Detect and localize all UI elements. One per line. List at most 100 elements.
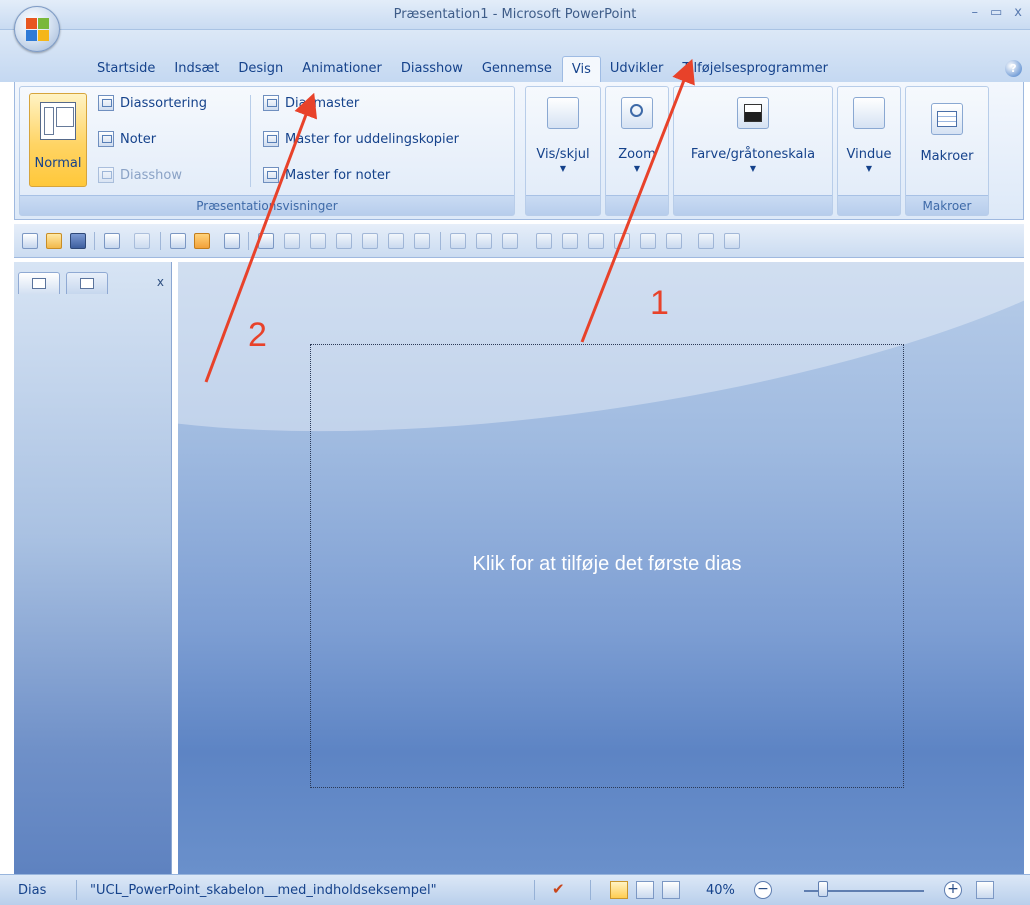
slideshow-button[interactable]: Diasshow <box>98 167 182 183</box>
align-top-icon[interactable] <box>588 233 604 249</box>
show-hide-label: Vis/skjul <box>536 147 590 162</box>
toolbar-separator <box>94 232 95 250</box>
status-bar: Dias "UCL_PowerPoint_skabelon__med_indho… <box>0 874 1030 905</box>
notes-page-icon <box>98 131 114 147</box>
macros-label: Makroer <box>920 149 974 164</box>
color-grayscale-button[interactable]: Farve/gråtoneskala ▼ <box>674 97 832 173</box>
slide-sorter-button[interactable]: Diassortering <box>98 95 207 111</box>
color-grayscale-icon <box>737 97 769 129</box>
tab-diasshow[interactable]: Diasshow <box>392 56 473 82</box>
notes-master-icon <box>263 167 279 183</box>
slideshow-status-button[interactable] <box>662 881 680 899</box>
table-icon[interactable] <box>258 233 274 249</box>
zoom-button[interactable]: Zoom ▼ <box>606 97 668 173</box>
close-panel-button[interactable]: x <box>157 275 164 289</box>
align-middle-icon[interactable] <box>614 233 630 249</box>
window-button[interactable]: Vindue ▼ <box>838 97 900 173</box>
color-grayscale-group-label: . <box>674 195 832 215</box>
notes-page-button[interactable]: Noter <box>98 131 156 147</box>
more-icon[interactable] <box>724 233 740 249</box>
zoom-level[interactable]: 40% <box>706 883 735 898</box>
macros-button[interactable]: Makroer <box>906 103 988 164</box>
status-separator <box>534 880 535 900</box>
move-up-icon[interactable] <box>414 233 430 249</box>
align-icon[interactable] <box>536 233 552 249</box>
title-bar: Præsentation1 - Microsoft PowerPoint – ▭… <box>0 0 1030 30</box>
arrow-right-icon[interactable] <box>336 233 352 249</box>
window-group-label: . <box>838 195 900 215</box>
help-icon[interactable]: ? <box>1005 60 1022 77</box>
tab-slides[interactable] <box>18 272 60 294</box>
annotation-label-1: 1 <box>650 284 669 322</box>
tab-design[interactable]: Design <box>229 56 293 82</box>
ungroup-icon[interactable] <box>698 233 714 249</box>
slide-sorter-status-button[interactable] <box>636 881 654 899</box>
slides-panel: x <box>14 262 172 874</box>
show-hide-group-label: . <box>526 195 600 215</box>
rotate-icon[interactable] <box>666 233 682 249</box>
theme-name[interactable]: "UCL_PowerPoint_skabelon__med_indholdsek… <box>90 883 437 898</box>
open-icon[interactable] <box>46 233 62 249</box>
arrange-front-icon[interactable] <box>450 233 466 249</box>
macros-icon <box>931 103 963 135</box>
distribute-icon[interactable] <box>562 233 578 249</box>
status-separator <box>76 880 77 900</box>
fit-to-window-icon[interactable] <box>976 881 994 899</box>
add-icon[interactable] <box>284 233 300 249</box>
color-grayscale-dropdown-icon: ▼ <box>749 164 757 173</box>
notes-page-label: Noter <box>120 131 157 147</box>
notes-master-label: Master for noter <box>285 167 391 183</box>
slide-icon[interactable] <box>224 233 240 249</box>
minus-icon[interactable] <box>310 233 326 249</box>
window-label: Vindue <box>846 147 892 162</box>
notes-master-button[interactable]: Master for noter <box>263 167 390 183</box>
toolbar-separator <box>440 232 441 250</box>
tab-vis[interactable]: Vis <box>561 56 601 82</box>
show-hide-icon <box>547 97 579 129</box>
text-box-icon[interactable] <box>194 233 210 249</box>
group-icon[interactable] <box>502 233 518 249</box>
minimize-button[interactable]: – <box>972 5 979 20</box>
slide-sorter-label: Diassortering <box>120 95 207 111</box>
new-icon[interactable] <box>22 233 38 249</box>
show-hide-dropdown-icon: ▼ <box>559 164 567 173</box>
status-separator <box>590 880 591 900</box>
undo-icon[interactable] <box>104 233 120 249</box>
slide-placeholder-box[interactable]: Klik for at tilføje det første dias <box>310 344 904 788</box>
tab-animationer[interactable]: Animationer <box>293 56 392 82</box>
tab-gennemse[interactable]: Gennemse <box>473 56 562 82</box>
normal-view-icon <box>40 102 76 140</box>
group-presentation-views: Normal Diassortering Noter Diasshow Dias… <box>19 86 515 216</box>
maximize-button[interactable]: ▭ <box>990 5 1002 20</box>
tab-tilfojelsesprogrammer[interactable]: Tilføjelsesprogrammer <box>673 56 838 82</box>
tab-indsaet[interactable]: Indsæt <box>165 56 229 82</box>
slide-master-icon <box>263 95 279 111</box>
zoom-slider-thumb[interactable] <box>818 881 828 897</box>
office-button[interactable] <box>14 6 60 52</box>
arrange-back-icon[interactable] <box>476 233 492 249</box>
show-hide-button[interactable]: Vis/skjul ▼ <box>526 97 600 173</box>
layout-icon[interactable] <box>170 233 186 249</box>
normal-view-button[interactable]: Normal <box>29 93 87 187</box>
align-left-icon[interactable] <box>640 233 656 249</box>
outline-tab-icon <box>80 278 94 289</box>
move-down-icon[interactable] <box>388 233 404 249</box>
save-icon[interactable] <box>70 233 86 249</box>
tab-outline[interactable] <box>66 272 108 294</box>
close-button[interactable]: x <box>1014 5 1022 20</box>
toolbar-separator <box>160 232 161 250</box>
slide-master-button[interactable]: Diasmaster <box>263 95 359 111</box>
tab-startside[interactable]: Startside <box>88 56 165 82</box>
tab-udvikler[interactable]: Udvikler <box>601 56 674 82</box>
color-grayscale-label: Farve/gråtoneskala <box>690 147 816 162</box>
office-logo-icon <box>26 18 50 42</box>
handout-master-button[interactable]: Master for uddelingskopier <box>263 131 459 147</box>
spell-check-icon[interactable]: ✔ <box>552 880 565 898</box>
arrow-left-icon[interactable] <box>362 233 378 249</box>
macros-group-label: Makroer <box>906 195 988 215</box>
zoom-in-button[interactable]: + <box>944 881 962 899</box>
normal-view-status-button[interactable] <box>610 881 628 899</box>
window-title: Præsentation1 - Microsoft PowerPoint <box>393 7 637 22</box>
redo-icon[interactable] <box>134 233 150 249</box>
zoom-out-button[interactable]: − <box>754 881 772 899</box>
